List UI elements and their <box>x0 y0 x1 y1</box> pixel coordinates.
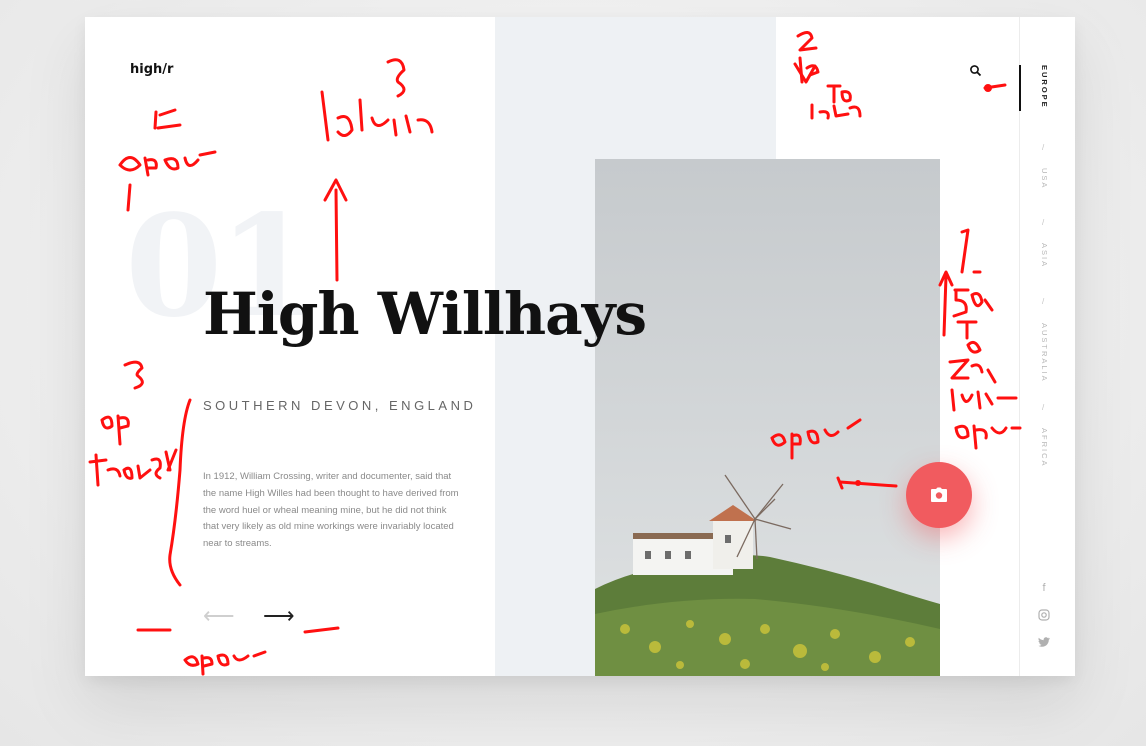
region-separator: / <box>1042 297 1045 306</box>
slide-card: high/r 01 High Willhays SOUTHERN DEVON, … <box>85 17 1075 676</box>
description-text: In 1912, William Crossing, writer and do… <box>203 471 459 550</box>
region-label: ASIA <box>1040 243 1049 269</box>
page-title: High Willhays <box>203 280 647 348</box>
region-label: AFRICA <box>1040 428 1049 468</box>
region-separator: / <box>1042 218 1045 227</box>
camera-icon <box>931 487 947 502</box>
facebook-icon[interactable]: f <box>1037 582 1051 596</box>
region-label: AUSTRALIA <box>1040 323 1049 383</box>
camera-button[interactable] <box>906 462 972 528</box>
region-label: EUROPE <box>1040 65 1049 109</box>
next-arrow-button[interactable]: ⟶ <box>263 605 295 627</box>
prev-arrow-button[interactable]: ⟵ <box>203 605 235 627</box>
instagram-icon[interactable] <box>1037 609 1051 623</box>
hero-photo <box>595 159 940 676</box>
active-region-indicator <box>1019 65 1021 111</box>
region-label: USA <box>1040 168 1049 190</box>
region-separator: / <box>1042 143 1045 152</box>
logo[interactable]: high/r <box>130 62 173 77</box>
location-subtitle: SOUTHERN DEVON, ENGLAND <box>203 398 477 413</box>
twitter-icon[interactable] <box>1037 637 1051 651</box>
region-separator: / <box>1042 403 1045 412</box>
search-icon[interactable] <box>969 64 983 78</box>
